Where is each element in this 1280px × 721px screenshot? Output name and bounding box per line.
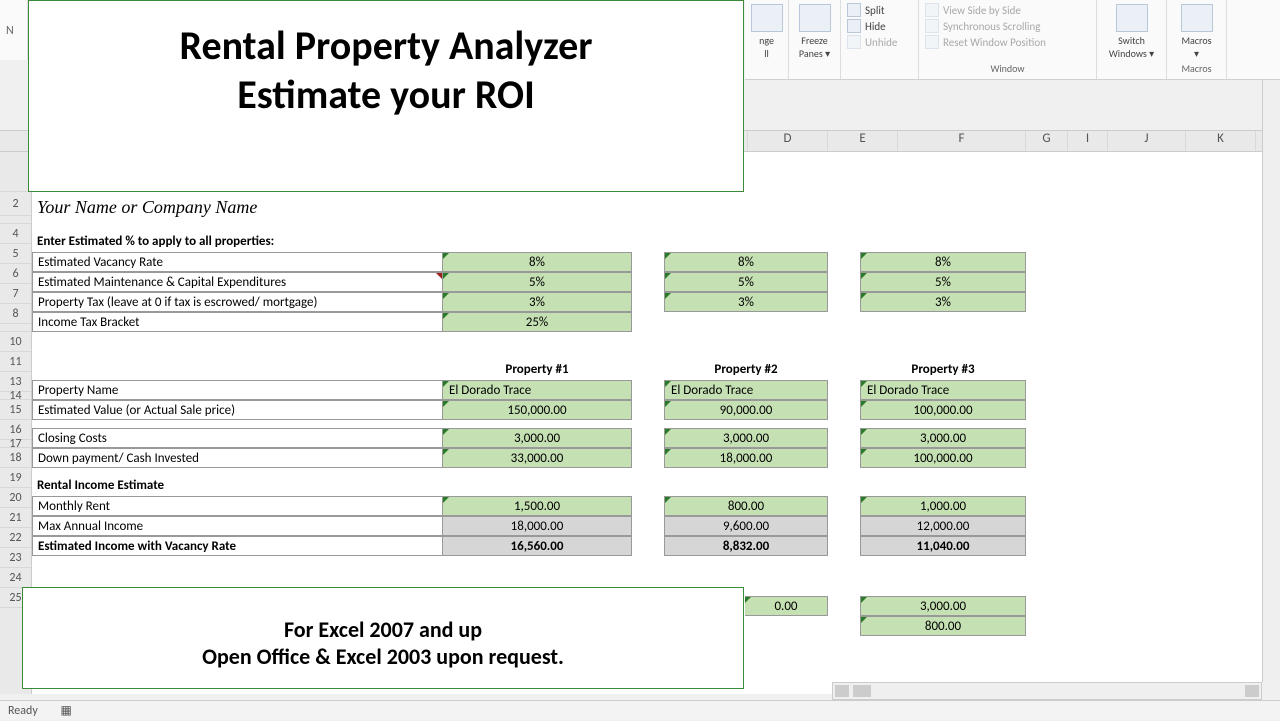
- down-d[interactable]: 18,000.00: [664, 448, 828, 468]
- switch-icon: [1116, 4, 1148, 32]
- side-by-side-icon: [925, 3, 939, 17]
- split-button[interactable]: Split: [847, 2, 912, 18]
- scroll-right-arrow-icon[interactable]: [1245, 685, 1259, 697]
- freeze-icon: [799, 4, 831, 32]
- footer-line1: For Excel 2007 and up: [23, 616, 743, 643]
- mrent-f[interactable]: 1,000.00: [860, 496, 1026, 516]
- proptax-f[interactable]: 3%: [860, 292, 1026, 312]
- window-group-label: Window: [925, 62, 1090, 77]
- estval-d[interactable]: 90,000.00: [664, 400, 828, 420]
- closing-label: Closing Costs: [32, 428, 443, 448]
- name-box-edge: N: [0, 0, 28, 60]
- closing-b[interactable]: 3,000.00: [442, 428, 632, 448]
- company-name-cell[interactable]: Your Name or Company Name: [32, 198, 442, 224]
- down-f[interactable]: 100,000.00: [860, 448, 1026, 468]
- itb-b[interactable]: 25%: [442, 312, 632, 332]
- reset-pos-button[interactable]: Reset Window Position: [925, 34, 1090, 50]
- mrent-d[interactable]: 800.00: [664, 496, 828, 516]
- title-line1: Rental Property Analyzer: [29, 21, 743, 70]
- title-card: Rental Property Analyzer Estimate your R…: [28, 0, 744, 192]
- maxinc-label: Max Annual Income: [32, 516, 443, 536]
- arrange-label: nge ll: [759, 34, 774, 60]
- prop3-header: Property #3: [860, 360, 1026, 380]
- vacancy-f[interactable]: 8%: [860, 252, 1026, 272]
- scroll-thumb[interactable]: [853, 685, 871, 697]
- maxinc-b[interactable]: 18,000.00: [442, 516, 632, 536]
- estinc-b[interactable]: 16,560.00: [442, 536, 632, 556]
- vacancy-label: Estimated Vacancy Rate: [32, 252, 443, 272]
- estval-label: Estimated Value (or Actual Sale price): [32, 400, 443, 420]
- unhide-button[interactable]: Unhide: [847, 34, 912, 50]
- propname-b[interactable]: El Dorado Trace: [442, 380, 632, 400]
- maxinc-f[interactable]: 12,000.00: [860, 516, 1026, 536]
- row24-f[interactable]: 3,000.00: [860, 596, 1026, 616]
- maint-b[interactable]: 5%: [442, 272, 632, 292]
- horizontal-scrollbar[interactable]: [832, 682, 1262, 700]
- sync-icon: [925, 19, 939, 33]
- arrange-all-button[interactable]: nge ll: [751, 2, 782, 62]
- vacancy-d[interactable]: 8%: [664, 252, 828, 272]
- hide-button[interactable]: Hide: [847, 18, 912, 34]
- maint-label: Estimated Maintenance & Capital Expendit…: [32, 272, 443, 292]
- hide-icon: [847, 19, 861, 33]
- estval-f[interactable]: 100,000.00: [860, 400, 1026, 420]
- prop2-header: Property #2: [664, 360, 828, 380]
- title-line2: Estimate your ROI: [29, 70, 743, 119]
- estinc-label: Estimated Income with Vacancy Rate: [32, 536, 443, 556]
- propname-label: Property Name: [32, 380, 443, 400]
- status-text: Ready: [8, 704, 38, 718]
- closing-d[interactable]: 3,000.00: [664, 428, 828, 448]
- footer-line2: Open Office & Excel 2003 upon request.: [23, 643, 743, 670]
- ribbon: nge ll Freeze Panes ▾ Split Hide Unhide …: [745, 0, 1280, 80]
- macros-icon: [1181, 4, 1213, 32]
- row24-d[interactable]: 0.00: [745, 596, 828, 616]
- arrange-icon: [751, 4, 783, 32]
- mrent-label: Monthly Rent: [32, 496, 443, 516]
- maxinc-d[interactable]: 9,600.00: [664, 516, 828, 536]
- sync-scroll-button[interactable]: Synchronous Scrolling: [925, 18, 1090, 34]
- closing-f[interactable]: 3,000.00: [860, 428, 1026, 448]
- macros-button[interactable]: Macros ▾: [1173, 2, 1220, 62]
- enter-pct-label: Enter Estimated % to apply to all proper…: [32, 232, 452, 252]
- switch-windows-button[interactable]: Switch Windows ▾: [1103, 2, 1160, 62]
- split-icon: [847, 3, 861, 17]
- down-b[interactable]: 33,000.00: [442, 448, 632, 468]
- estinc-d[interactable]: 8,832.00: [664, 536, 828, 556]
- macros-label: Macros ▾: [1181, 34, 1211, 60]
- footer-card: For Excel 2007 and up Open Office & Exce…: [22, 587, 744, 689]
- maint-d[interactable]: 5%: [664, 272, 828, 292]
- propname-f[interactable]: El Dorado Trace: [860, 380, 1026, 400]
- view-side-by-side-button[interactable]: View Side by Side: [925, 2, 1090, 18]
- down-label: Down payment/ Cash Invested: [32, 448, 443, 468]
- rie-label: Rental Income Estimate: [32, 476, 442, 496]
- maint-f[interactable]: 5%: [860, 272, 1026, 292]
- reset-icon: [925, 35, 939, 49]
- status-bar: Ready ▦: [0, 700, 1280, 720]
- proptax-b[interactable]: 3%: [442, 292, 632, 312]
- freeze-label: Freeze Panes ▾: [799, 34, 830, 60]
- macros-group-label: Macros: [1173, 62, 1220, 77]
- estinc-f[interactable]: 11,040.00: [860, 536, 1026, 556]
- switch-label: Switch Windows ▾: [1109, 34, 1154, 60]
- freeze-panes-button[interactable]: Freeze Panes ▾: [795, 2, 834, 62]
- row25-f[interactable]: 800.00: [860, 616, 1026, 636]
- macro-record-icon[interactable]: ▦: [60, 704, 71, 718]
- propname-d[interactable]: El Dorado Trace: [664, 380, 828, 400]
- vacancy-b[interactable]: 8%: [442, 252, 632, 272]
- vertical-scrollbar[interactable]: [1262, 80, 1280, 682]
- proptax-label: Property Tax (leave at 0 if tax is escro…: [32, 292, 443, 312]
- unhide-icon: [847, 35, 861, 49]
- itb-label: Income Tax Bracket: [32, 312, 443, 332]
- prop1-header: Property #1: [442, 360, 632, 380]
- mrent-b[interactable]: 1,500.00: [442, 496, 632, 516]
- scroll-left-arrow-icon[interactable]: [835, 685, 849, 697]
- estval-b[interactable]: 150,000.00: [442, 400, 632, 420]
- proptax-d[interactable]: 3%: [664, 292, 828, 312]
